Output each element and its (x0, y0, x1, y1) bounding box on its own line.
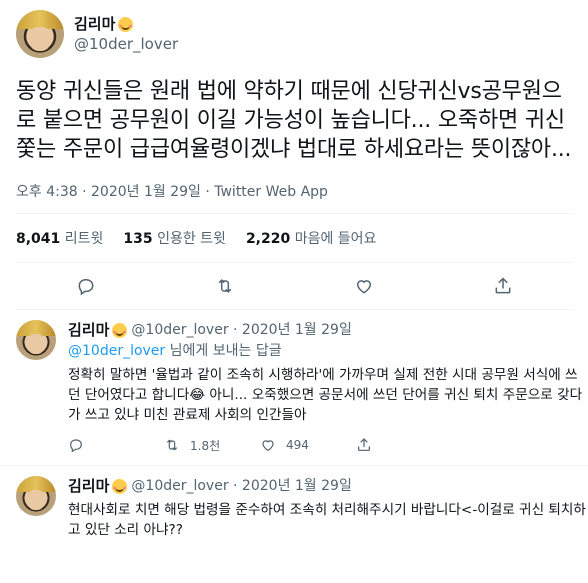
reply-handle-date[interactable]: @10der_lover · 2020년 1월 29일 (131, 320, 351, 340)
display-name[interactable]: 김리마😊 (68, 476, 128, 496)
retweet-count: 1.8천 (190, 438, 221, 453)
mention-link[interactable]: @10der_lover (68, 343, 165, 359)
like-stat[interactable]: 2,220 마음에 들어요 (246, 228, 376, 248)
smiling-blush-emoji-icon: 😊 (112, 478, 128, 494)
quote-count: 135 (123, 231, 153, 247)
quote-label: 인용한 트윗 (157, 231, 226, 247)
author-names: 김리마 😊 @10der_lover (74, 14, 178, 54)
retweet-stat[interactable]: 8,041 리트윗 (16, 228, 103, 248)
avatar[interactable] (16, 476, 56, 516)
retweet-label: 리트윗 (64, 231, 104, 247)
user-handle[interactable]: @10der_lover (74, 34, 178, 54)
reply-text: 정확히 말하면 '율법과 같이 조속히 시행하라'에 가까우며 실제 전한 시대… (68, 367, 583, 423)
like-icon[interactable] (353, 275, 375, 297)
reply-body: 김리마😊 @10der_lover · 2020년 1월 29일 현대사회로 치… (68, 476, 588, 540)
share-icon[interactable] (492, 275, 514, 297)
display-name[interactable]: 김리마😊 (68, 320, 128, 340)
reply-actions: 1.8천 494 (68, 435, 588, 455)
like-count: 2,220 (245, 231, 291, 247)
reply-icon[interactable] (75, 275, 97, 297)
display-name-text: 김리마 (74, 15, 116, 33)
tweet-timestamp[interactable]: 오후 4:38 · 2020년 1월 29일 · Twitter Web App (16, 181, 572, 201)
share-button[interactable] (356, 437, 452, 453)
display-name-text: 김리마 (68, 477, 110, 495)
retweet-button[interactable]: 1.8천 (164, 437, 260, 454)
like-count: 494 (286, 438, 309, 452)
smiling-blush-emoji-icon: 😊 (112, 322, 128, 338)
tweet-page: 김리마 😊 @10der_lover 동양 귀신들은 원래 법에 약하기 때문에… (0, 0, 588, 583)
avatar[interactable] (16, 320, 56, 360)
reply-body: 김리마😊 @10der_lover · 2020년 1월 29일 @10der_… (68, 320, 588, 455)
retweet-icon (166, 439, 178, 451)
like-icon (262, 440, 274, 452)
avatar[interactable] (16, 10, 64, 58)
reply-header: 김리마😊 @10der_lover · 2020년 1월 29일 (68, 476, 588, 496)
reply-header: 김리마😊 @10der_lover · 2020년 1월 29일 (68, 320, 588, 340)
reply-icon (70, 439, 82, 453)
reply-tweet[interactable]: 김리마😊 @10der_lover · 2020년 1월 29일 현대사회로 치… (0, 466, 588, 550)
display-name[interactable]: 김리마 😊 (74, 14, 178, 34)
share-icon (358, 438, 370, 451)
display-name-text: 김리마 (68, 321, 110, 339)
retweet-icon[interactable] (214, 275, 236, 297)
reply-text: 현대사회로 치면 해당 법령을 준수하여 조속히 처리해주시기 바랍니다<-이걸… (68, 502, 586, 538)
reply-tweet[interactable]: 김리마😊 @10der_lover · 2020년 1월 29일 @10der_… (0, 310, 588, 466)
quote-stat[interactable]: 135 인용한 트윗 (123, 228, 226, 248)
tweet-stats: 8,041 리트윗 135 인용한 트윗 2,220 마음에 들어요 (16, 213, 572, 262)
tweet-text: 동양 귀신들은 원래 법에 약하기 때문에 신당귀신vs공무원으로 붙으면 공무… (16, 79, 572, 162)
tweet-actions (16, 262, 572, 310)
reply-to-suffix: 님에게 보내는 답글 (165, 343, 282, 359)
main-tweet: 김리마 😊 @10der_lover 동양 귀신들은 원래 법에 약하기 때문에… (0, 0, 588, 310)
like-button[interactable]: 494 (260, 437, 356, 453)
retweet-count: 8,041 (16, 231, 61, 247)
like-label: 마음에 들어요 (294, 231, 377, 247)
tweet-author[interactable]: 김리마 😊 @10der_lover (16, 8, 572, 60)
reply-handle-date[interactable]: @10der_lover · 2020년 1월 29일 (131, 476, 351, 496)
reply-to: @10der_lover 님에게 보내는 답글 (68, 342, 588, 361)
smiling-blush-emoji-icon: 😊 (118, 16, 134, 32)
reply-button[interactable] (68, 437, 164, 453)
